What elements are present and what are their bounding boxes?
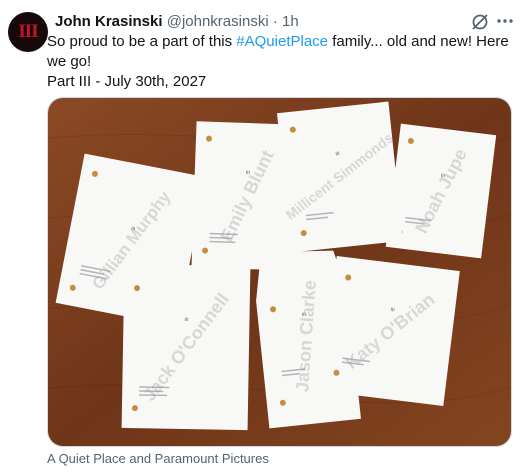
tweet-text-release-date: Part III - July 30th, 2027 bbox=[47, 73, 207, 90]
script-title: III bbox=[184, 317, 188, 323]
tweet-text-intro: So proud to be a part of this bbox=[47, 33, 237, 50]
script-page: III Millicent Simmonds bbox=[276, 101, 404, 253]
author-handle[interactable]: @johnkrasinski bbox=[167, 13, 269, 30]
script-page: III Katy O'Brian bbox=[320, 255, 460, 407]
scripts-photo: III Gillian Murphy III Emily Blunt III N… bbox=[48, 98, 511, 446]
author-name[interactable]: John Krasinski bbox=[55, 13, 163, 30]
script-page: III Jack O'Connell bbox=[121, 263, 251, 431]
script-title: III bbox=[390, 307, 395, 313]
more-icon[interactable] bbox=[494, 11, 516, 31]
grok-icon[interactable] bbox=[470, 12, 490, 32]
tweet-header: John Krasinski @johnkrasinski · 1h bbox=[55, 12, 513, 32]
avatar-logo: III bbox=[18, 21, 38, 42]
script-title: III bbox=[335, 151, 340, 157]
hashtag-link[interactable]: #AQuietPlace bbox=[236, 33, 328, 50]
avatar[interactable]: III bbox=[8, 12, 48, 52]
tweet-text: So proud to be a part of this #AQuietPla… bbox=[47, 32, 509, 92]
tweet-photo[interactable]: III Gillian Murphy III Emily Blunt III N… bbox=[47, 97, 512, 447]
timestamp[interactable]: 1h bbox=[282, 13, 299, 30]
media-caption: A Quiet Place and Paramount Pictures bbox=[47, 451, 269, 466]
header-separator: · bbox=[272, 13, 278, 30]
